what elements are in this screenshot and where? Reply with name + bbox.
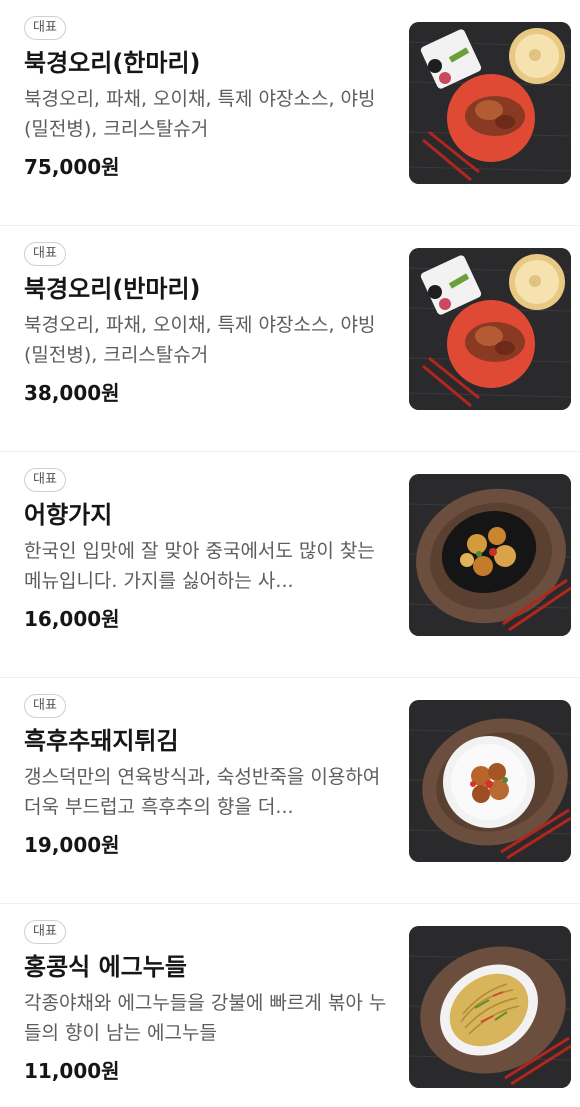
menu-item-name: 흑후추돼지튀김 [24,727,179,755]
menu-list: 대표 북경오리(한마리) 북경오리, 파채, 오이채, 특제 야장소스, 야빙(… [0,0,580,1107]
signature-badge: 대표 [24,16,66,40]
menu-item-info: 대표 북경오리(한마리) 북경오리, 파채, 오이채, 특제 야장소스, 야빙(… [24,16,389,182]
menu-item-name: 북경오리(한마리) [24,49,201,77]
peking-duck-photo[interactable] [409,22,571,184]
menu-item-price: 38,000원 [24,381,120,405]
signature-badge: 대표 [24,468,66,492]
menu-item-egg-noodle[interactable]: 대표 홍콩식 에그누들 각종야채와 에그누들을 강불에 빠르게 볶아 누들의 향… [0,904,580,1107]
menu-item-price: 16,000원 [24,607,120,631]
egg-noodle-photo[interactable] [409,926,571,1088]
menu-item-black-pepper-pork[interactable]: 대표 흑후추돼지튀김 갱스덕만의 연육방식과, 숙성반죽을 이용하여 더욱 부드… [0,678,580,904]
menu-item-description: 북경오리, 파채, 오이채, 특제 야장소스, 야빙(밀전병), 크리스탈슈거 [24,314,376,366]
menu-item-description: 각종야채와 에그누들을 강불에 빠르게 볶아 누들의 향이 남는 에그누들 [24,992,387,1044]
menu-item-price: 19,000원 [24,833,120,857]
menu-item-description: 한국인 입맛에 잘 맞아 중국에서도 많이 찾는 메뉴입니다. 가지를 싫어하는… [24,540,375,592]
menu-item-description: 북경오리, 파채, 오이채, 특제 야장소스, 야빙(밀전병), 크리스탈슈거 [24,88,376,140]
menu-item-name: 홍콩식 에그누들 [24,953,187,981]
fried-pork-photo[interactable] [409,700,571,862]
menu-item-info: 대표 북경오리(반마리) 북경오리, 파채, 오이채, 특제 야장소스, 야빙(… [24,242,389,408]
menu-item-info: 대표 홍콩식 에그누들 각종야채와 에그누들을 강불에 빠르게 볶아 누들의 향… [24,920,389,1086]
menu-item-peking-duck-half[interactable]: 대표 북경오리(반마리) 북경오리, 파채, 오이채, 특제 야장소스, 야빙(… [0,226,580,452]
signature-badge: 대표 [24,242,66,266]
menu-item-info: 대표 어향가지 한국인 입맛에 잘 맞아 중국에서도 많이 찾는 메뉴입니다. … [24,468,389,634]
menu-item-name: 어향가지 [24,501,113,529]
signature-badge: 대표 [24,694,66,718]
menu-item-price: 75,000원 [24,155,120,179]
eggplant-dish-photo[interactable] [409,474,571,636]
menu-item-info: 대표 흑후추돼지튀김 갱스덕만의 연육방식과, 숙성반죽을 이용하여 더욱 부드… [24,694,389,860]
menu-item-peking-duck-whole[interactable]: 대표 북경오리(한마리) 북경오리, 파채, 오이채, 특제 야장소스, 야빙(… [0,0,580,226]
menu-item-eggplant[interactable]: 대표 어향가지 한국인 입맛에 잘 맞아 중국에서도 많이 찾는 메뉴입니다. … [0,452,580,678]
peking-duck-photo[interactable] [409,248,571,410]
signature-badge: 대표 [24,920,66,944]
menu-item-description: 갱스덕만의 연육방식과, 숙성반죽을 이용하여 더욱 부드럽고 흑후추의 향을 … [24,766,381,818]
menu-item-name: 북경오리(반마리) [24,275,201,303]
menu-item-price: 11,000원 [24,1059,120,1083]
